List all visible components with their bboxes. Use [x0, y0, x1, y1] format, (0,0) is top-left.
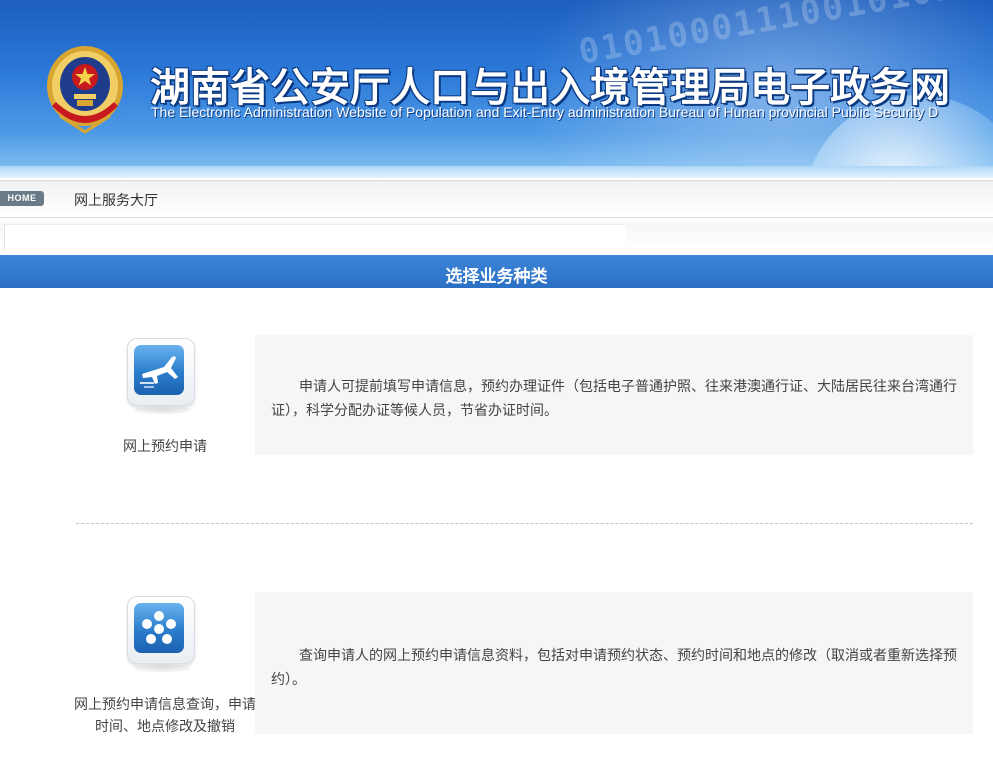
appointment-query-description-text: 查询申请人的网上预约申请信息资料，包括对申请预约状态、预约时间和地点的修改（取消…	[271, 648, 957, 688]
site-banner: 0101000111001010100 湖南省公安厅人口与出入境管理局电子政务网…	[0, 0, 993, 178]
online-appointment-description: 申请人可提前填写申请信息，预约办理证件（包括电子普通护照、往来港澳通行证、大陆居…	[255, 335, 973, 455]
section-header: 选择业务种类	[0, 255, 993, 288]
breadcrumb: HOME 网上服务大厅	[0, 180, 993, 218]
icon-shadow	[133, 664, 191, 672]
appointment-query-label[interactable]: 网上预约申请信息查询，申请时间、地点修改及撤销	[72, 694, 258, 738]
appointment-query-button[interactable]	[125, 594, 197, 674]
online-appointment-label[interactable]: 网上预约申请	[90, 436, 240, 458]
breadcrumb-current[interactable]: 网上服务大厅	[74, 190, 158, 210]
banner-bottom-band	[0, 166, 993, 178]
online-appointment-button[interactable]	[125, 336, 197, 416]
content-top-strip	[0, 222, 993, 252]
icon-face	[134, 345, 184, 395]
section-title: 选择业务种类	[445, 267, 548, 287]
icon-face	[134, 603, 184, 653]
content-top-strip-inner	[4, 224, 625, 251]
site-title-en: The Electronic Administration Website of…	[151, 104, 939, 120]
police-emblem-icon	[47, 46, 123, 134]
section-divider	[76, 523, 973, 524]
home-button[interactable]: HOME	[0, 191, 44, 206]
appointment-query-description: 查询申请人的网上预约申请信息资料，包括对申请预约状态、预约时间和地点的修改（取消…	[255, 592, 973, 734]
online-appointment-description-text: 申请人可提前填写申请信息，预约办理证件（包括电子普通护照、往来港澳通行证、大陆居…	[271, 379, 957, 419]
icon-shadow	[133, 406, 191, 414]
airplane-icon	[140, 356, 178, 388]
asterisk-icon	[142, 611, 176, 644]
